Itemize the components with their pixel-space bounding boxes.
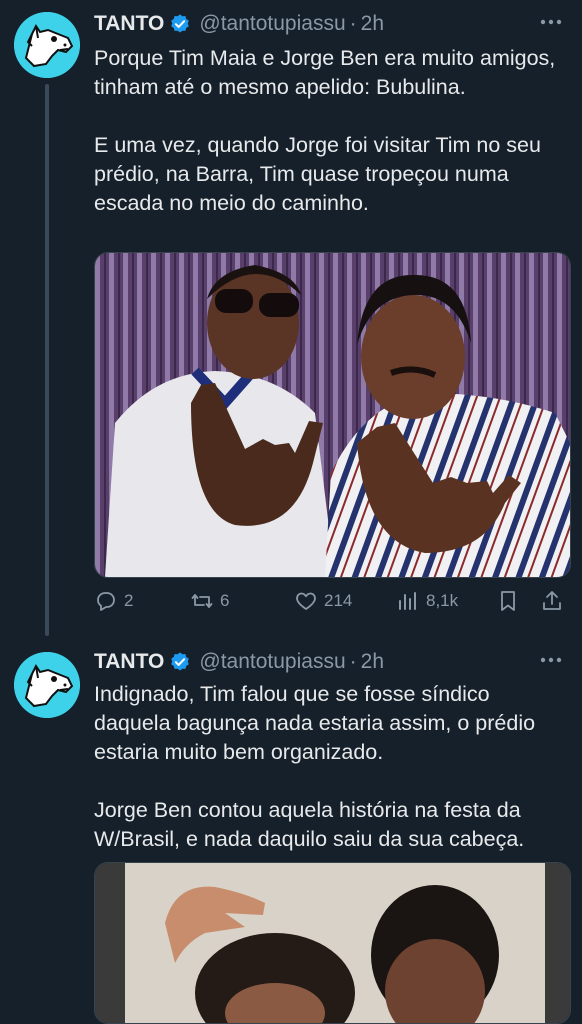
tweet-header: TANTO @tantotupiassu · 2h [94,648,384,676]
like-button[interactable]: 214 [294,586,352,616]
horse-logo-icon [14,12,80,78]
tweet-actions: 2 6 214 8,1k [94,586,570,616]
share-icon [543,591,561,610]
timestamp[interactable]: 2h [361,650,384,674]
tweet-header: TANTO @tantotupiassu · 2h [94,10,384,38]
tweet-2[interactable]: TANTO @tantotupiassu · 2h Indignado, Tim… [0,640,582,1024]
photo-people [95,863,570,1023]
retweet-icon [191,594,213,608]
reply-icon [97,592,115,611]
reply-count: 2 [124,591,134,610]
views-button[interactable]: 8,1k [396,586,458,616]
reply-button[interactable]: 2 [94,586,133,616]
timestamp[interactable]: 2h [361,12,384,36]
avatar[interactable] [14,12,80,78]
photo-two-men [95,253,570,577]
views-icon [399,592,416,610]
separator-dot: · [349,650,357,673]
verified-badge-icon [171,14,190,33]
avatar[interactable] [14,652,80,718]
bookmark-button[interactable] [496,586,520,616]
author-handle[interactable]: @tantotupiassu [199,650,345,674]
author-handle[interactable]: @tantotupiassu [199,12,345,36]
more-icon[interactable] [538,650,564,670]
share-button[interactable] [540,586,564,616]
tweet-text: Porque Tim Maia e Jorge Ben era muito am… [94,46,556,215]
horse-logo-icon [14,652,80,718]
retweet-count: 6 [220,591,230,610]
tweet-1[interactable]: TANTO @tantotupiassu · 2h Porque Tim Mai… [0,0,582,640]
tweet-text: Indignado, Tim falou que se fosse síndic… [94,682,536,851]
separator-dot: · [349,12,357,35]
author-name[interactable]: TANTO [94,650,164,674]
views-count: 8,1k [426,591,459,610]
tweet-photo[interactable] [94,252,571,578]
bookmark-icon [501,591,515,611]
more-icon[interactable] [538,12,564,32]
like-icon [296,592,316,610]
author-name[interactable]: TANTO [94,12,164,36]
retweet-button[interactable]: 6 [190,586,229,616]
like-count: 214 [324,591,353,610]
verified-badge-icon [171,652,190,671]
